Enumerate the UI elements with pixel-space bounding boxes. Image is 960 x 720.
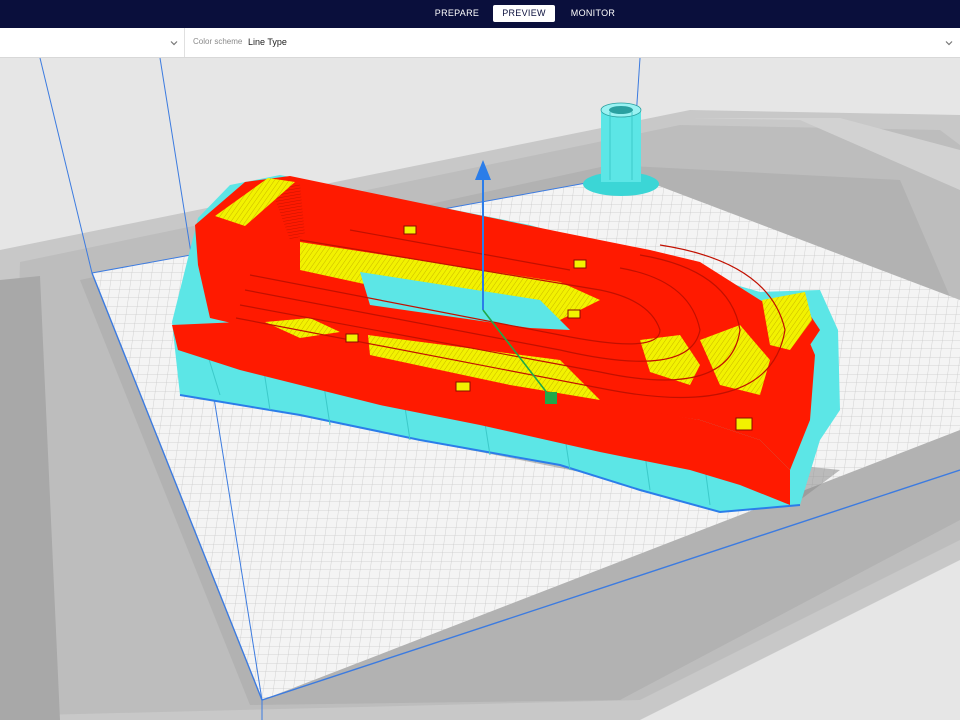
color-scheme-value: Line Type bbox=[248, 36, 287, 47]
chevron-down-icon bbox=[945, 41, 953, 46]
3d-viewport[interactable] bbox=[0, 58, 960, 720]
tab-preview[interactable]: PREVIEW bbox=[493, 5, 555, 22]
tab-monitor[interactable]: MONITOR bbox=[562, 5, 624, 22]
color-scheme-label: Color scheme bbox=[193, 37, 243, 46]
chevron-down-icon bbox=[170, 41, 178, 46]
stage-menu-bar: PREPARE PREVIEW MONITOR bbox=[0, 0, 960, 28]
origin-handle-icon[interactable] bbox=[545, 392, 557, 404]
tab-prepare[interactable]: PREPARE bbox=[428, 5, 486, 22]
color-scheme-dropdown[interactable] bbox=[186, 28, 960, 57]
view-toolbar: Color scheme Line Type bbox=[0, 28, 960, 58]
view-type-dropdown[interactable] bbox=[0, 28, 185, 57]
